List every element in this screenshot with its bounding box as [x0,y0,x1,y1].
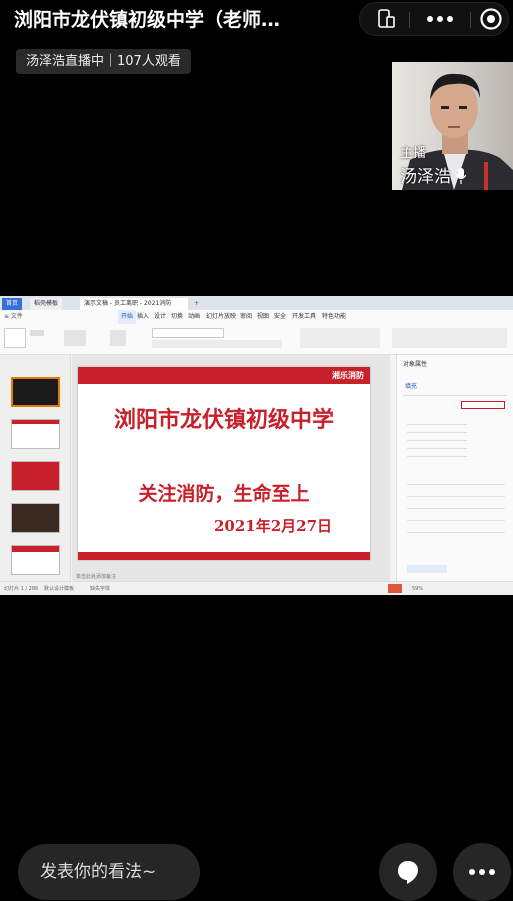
wps-tab-bar: 首页 稻壳模板 演示文稿 - 员工离职 - 2021消防 + [0,296,513,310]
paragraph-tools[interactable] [300,328,380,348]
slide-footer-bar [78,552,370,560]
zoom-level[interactable]: 59% [412,582,423,595]
slide-thumbnails-pane [0,355,71,581]
fill-settings[interactable] [407,473,505,533]
menu-transition[interactable]: 切换 [171,310,183,324]
slide-thumb-4[interactable] [11,503,60,533]
current-slide: 湘乐消防 浏阳市龙伏镇初级中学 关注消防，生命至上 2021年2月27日 [78,367,370,560]
draw-tools[interactable] [392,328,507,348]
menu-developer[interactable]: 开发工具 [292,310,316,324]
status-page: 幻灯片 1 / 286 [4,586,39,592]
paste-button[interactable] [4,328,26,348]
cut-button[interactable] [30,330,44,336]
slide-thumb-3[interactable] [11,461,60,491]
slide-thumb-5[interactable] [11,545,60,575]
apply-all-button[interactable] [407,565,447,573]
menu-insert[interactable]: 插入 [137,310,149,324]
microphone-icon [455,168,467,184]
fill-color-select[interactable] [461,401,505,409]
wps-ribbon [0,324,513,355]
phone-tablet-icon [378,9,395,28]
more-options-button[interactable] [453,843,511,901]
properties-title: 对象属性 [403,361,428,368]
menu-security[interactable]: 安全 [274,310,286,324]
menu-features[interactable]: 特色功能 [322,310,346,324]
object-properties-pane: 对象属性 填充 [396,355,513,581]
more-dots-icon [427,16,453,22]
tab-docer[interactable]: 稻壳模板 [30,298,63,310]
room-title: 浏阳市龙伏镇初级中学（老师… [14,9,281,31]
slide-canvas[interactable]: 湘乐消防 浏阳市龙伏镇初级中学 关注消防，生命至上 2021年2月27日 [72,355,390,581]
menu-slideshow[interactable]: 幻灯片放映 [206,310,236,324]
status-bar: 幻灯片 1 / 286 默认设计模板 缺失字体 单击此处添加备注 59% [0,574,513,595]
play-from-button[interactable] [64,330,86,346]
tab-presentation[interactable]: 演示文稿 - 员工离职 - 2021消防 [80,298,188,310]
slide-date: 2021年2月27日 [214,517,333,535]
chat-bubble-icon [398,861,418,884]
menu-design[interactable]: 设计 [154,310,166,324]
menu-review[interactable]: 审阅 [240,310,252,324]
status-theme: 默认设计模板 [44,586,75,592]
host-role-label: 主播 [400,146,427,161]
notes-hint[interactable]: 单击此处添加备注 [76,570,116,584]
close-miniapp-button[interactable] [474,3,508,35]
more-menu-button[interactable] [412,3,468,35]
new-slide-button[interactable] [110,330,126,346]
phone-tablet-button[interactable] [364,3,408,35]
chat-button[interactable] [379,843,437,901]
fill-options-list[interactable] [407,417,467,457]
menu-start[interactable]: 开始 [118,310,137,324]
record-target-icon [480,8,502,30]
slide-thumb-1[interactable] [11,377,60,407]
more-dots-icon-bottom [469,869,495,875]
mini-program-capsule [359,2,509,36]
slide-brand-text: 湘乐消防 [332,371,364,380]
slideshow-play-button[interactable] [388,584,402,593]
slide-header-bar: 湘乐消防 [78,367,370,384]
format-buttons[interactable] [152,340,282,348]
slide-title: 浏阳市龙伏镇初级中学 [113,407,334,433]
fill-section-label: 填充 [405,383,418,390]
font-select[interactable] [152,328,224,338]
slide-subtitle: 关注消防，生命至上 [138,483,310,505]
tab-home[interactable]: 首页 [2,298,23,310]
wps-menu-bar: ≡ 文件 开始 插入 设计 切换 动画 幻灯片放映 审阅 视图 安全 开发工具 … [0,310,513,324]
host-name-label: 汤泽浩 [400,162,467,187]
slide-thumb-2[interactable] [11,419,60,449]
menu-animation[interactable]: 动画 [188,310,200,324]
new-tab-button[interactable]: + [190,298,203,310]
screen-share-view[interactable]: 首页 稻壳模板 演示文稿 - 员工离职 - 2021消防 + ≡ 文件 开始 插… [0,296,513,595]
comment-input[interactable]: 发表你的看法~ [18,844,200,900]
menu-view[interactable]: 视图 [257,310,269,324]
file-menu[interactable]: ≡ 文件 [4,310,23,324]
live-status-badge: 汤泽浩直播中｜107人观看 [16,49,191,74]
host-name-text: 汤泽浩 [400,167,451,187]
